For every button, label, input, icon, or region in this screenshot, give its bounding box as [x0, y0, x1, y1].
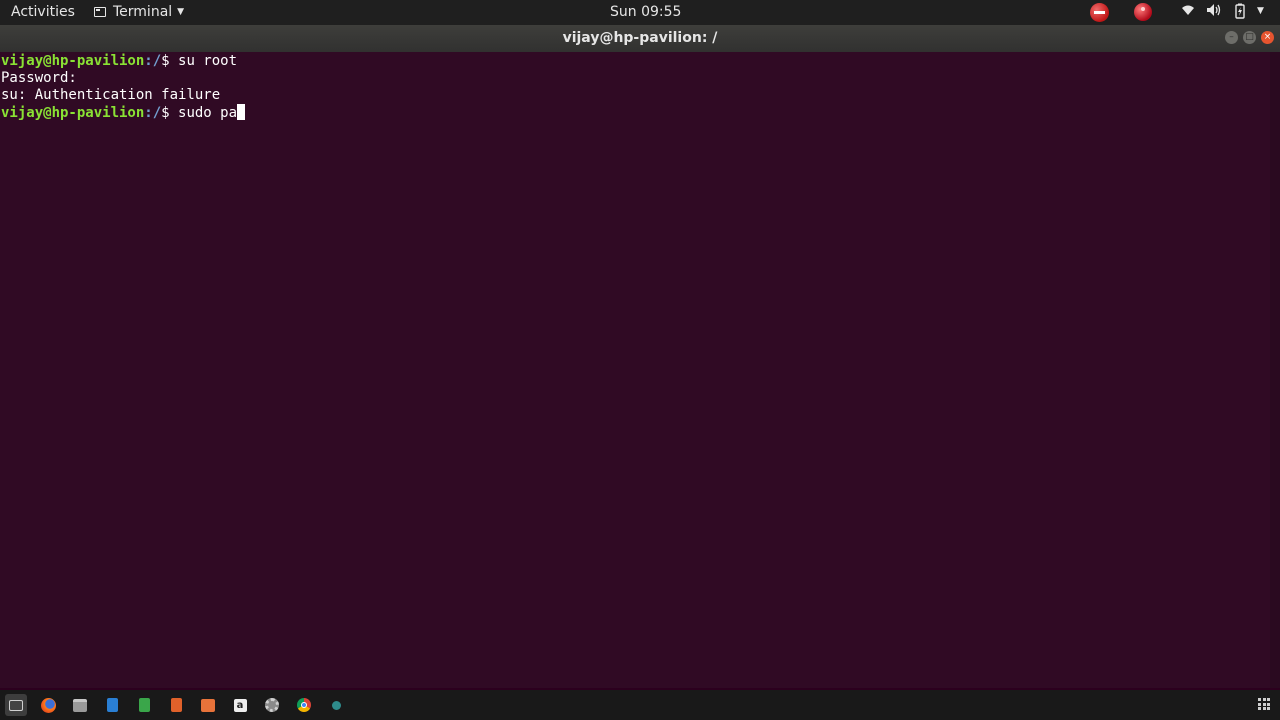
settings-icon [265, 698, 279, 712]
dock-item-firefox[interactable] [37, 694, 59, 716]
text-cursor [237, 104, 246, 120]
prompt-path: :/ [144, 105, 162, 121]
output-text: su: Authentication failure [1, 87, 221, 103]
app-menu-label: Terminal [113, 4, 173, 20]
prompt-user-host: vijay@hp-pavilion [1, 105, 145, 121]
software-center-icon [201, 698, 215, 712]
app-icon [331, 700, 341, 710]
volume-icon[interactable] [1206, 3, 1221, 21]
chrome-icon [297, 698, 311, 712]
amazon-icon: a [233, 698, 247, 712]
prompt-user-host: vijay@hp-pavilion [1, 53, 145, 69]
dock-item-amazon[interactable]: a [229, 694, 251, 716]
output-text: Password: [1, 70, 77, 86]
terminal-output[interactable]: vijay@hp-pavilion:/$ su root Password: s… [0, 52, 1270, 688]
app-menu-terminal[interactable]: Terminal ▼ [94, 4, 184, 20]
dock-item-impress[interactable] [165, 694, 187, 716]
top-bar: Activities Terminal ▼ Sun 09:55 ▼ [0, 0, 1280, 25]
show-applications-button[interactable] [1258, 698, 1270, 710]
battery-icon[interactable] [1234, 3, 1246, 23]
terminal-icon [9, 699, 23, 711]
system-menu-caret-icon[interactable]: ▼ [1257, 6, 1264, 16]
prompt-path: :/ [144, 53, 162, 69]
wifi-icon[interactable] [1181, 3, 1195, 21]
terminal-line: Password: [1, 70, 1270, 87]
prompt-dollar: $ [161, 105, 179, 121]
dock-item-calc[interactable] [133, 694, 155, 716]
command-input[interactable]: sudo pa [178, 105, 237, 121]
dock-item-writer[interactable] [101, 694, 123, 716]
close-button[interactable]: × [1261, 31, 1274, 44]
terminal-icon [94, 7, 106, 17]
prompt-dollar: $ [161, 53, 179, 69]
dock-item-app[interactable] [325, 694, 347, 716]
terminal-line: vijay@hp-pavilion:/$ sudo pa [1, 104, 1270, 121]
terminal-scrollbar[interactable] [1270, 52, 1280, 688]
clock[interactable]: Sun 09:55 [610, 4, 681, 20]
terminal-line: su: Authentication failure [1, 87, 1270, 104]
files-icon [73, 698, 87, 712]
window-title: vijay@hp-pavilion: / [562, 30, 718, 46]
writer-icon [106, 698, 118, 712]
impress-icon [170, 698, 182, 712]
record-icon[interactable] [1134, 3, 1152, 21]
no-entry-icon[interactable] [1090, 3, 1109, 22]
dock-item-settings[interactable] [261, 694, 283, 716]
dock-item-software[interactable] [197, 694, 219, 716]
dock-item-files[interactable] [69, 694, 91, 716]
minimize-button[interactable]: – [1225, 31, 1238, 44]
firefox-icon [40, 697, 56, 713]
maximize-button[interactable]: □ [1243, 31, 1256, 44]
dock-item-chrome[interactable] [293, 694, 315, 716]
window-titlebar[interactable]: vijay@hp-pavilion: / – □ × [0, 25, 1280, 52]
command-text: su root [178, 53, 238, 69]
calc-icon [138, 698, 150, 712]
terminal-line: vijay@hp-pavilion:/$ su root [1, 53, 1270, 70]
activities-button[interactable]: Activities [11, 4, 75, 20]
dock: a [0, 690, 1280, 720]
chevron-down-icon: ▼ [177, 7, 185, 17]
dock-item-terminal[interactable] [5, 694, 27, 716]
